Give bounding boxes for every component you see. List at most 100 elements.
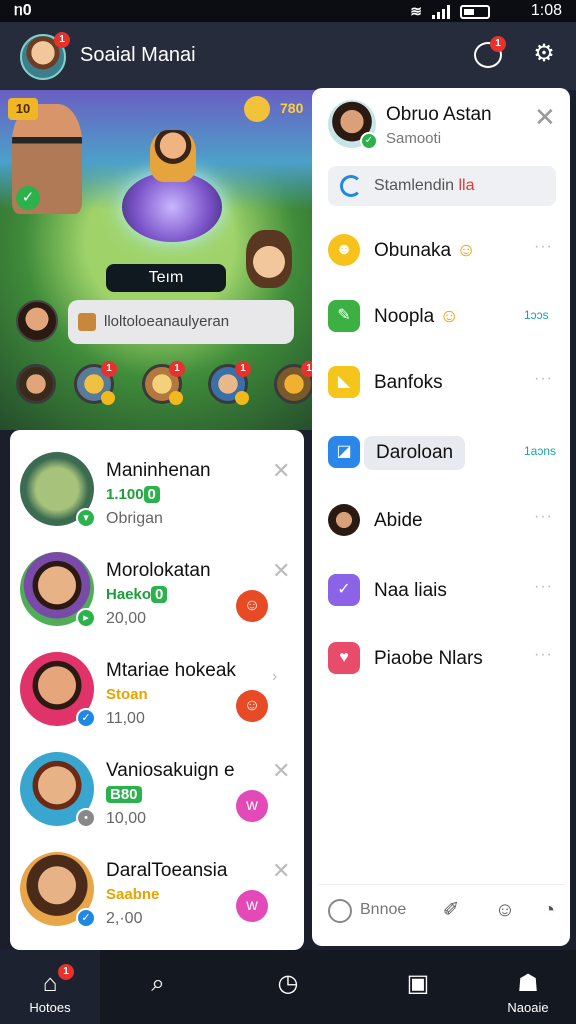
profile-avatar[interactable]: 1 — [20, 32, 70, 80]
more-icon[interactable]: ··· — [534, 578, 553, 596]
nav-home-label: Hotoes — [29, 1000, 71, 1015]
game-message-pill[interactable]: lloltoloeanaulyeran — [68, 300, 294, 344]
check-icon: ✓ — [76, 908, 96, 928]
list-item[interactable]: ✓ DaralToeansia Saabne 2,·00 ✕ w — [10, 838, 304, 940]
coin-counter: 10 — [8, 98, 38, 120]
heart-icon: ♥ — [328, 642, 360, 674]
nav-post[interactable]: ▣ — [368, 950, 468, 1024]
friend-avatar-2[interactable]: 1 — [74, 361, 117, 405]
item-meta: 20,00 — [106, 610, 147, 627]
reaction-icon[interactable]: w — [236, 790, 268, 822]
search-icon: ⌕ — [151, 970, 165, 997]
check-icon: ▸ — [76, 608, 96, 628]
settings-icon[interactable]: ⚙ — [530, 40, 558, 68]
game-hero — [150, 130, 196, 182]
item-meta: 2,·00 — [106, 910, 143, 927]
status-icons: ≋ — [410, 3, 490, 20]
close-icon[interactable]: ✕ — [272, 458, 290, 484]
list-item[interactable]: ▸ Morolokatan Haeko 0 20,00 ✕ ☺ — [10, 538, 304, 640]
more-icon[interactable]: ··· — [534, 238, 553, 256]
nav-activity[interactable]: ◷ — [238, 950, 338, 1024]
panel-item-2[interactable]: ✎ Noopla ☺ 1ɔɔs — [312, 286, 570, 346]
chat-badge: 1 — [490, 36, 506, 52]
panel-item-label: Obunaka ☺ — [374, 240, 476, 261]
reaction-icon[interactable]: w — [236, 890, 268, 922]
friend-avatar-4[interactable]: 1 — [208, 361, 251, 405]
close-icon[interactable]: ✕ — [272, 558, 290, 584]
sticker-icon[interactable]: ☺ — [492, 897, 518, 923]
friends-list: ▾ Maninhenan 1.100 0 Obrigan ✕ ▸ Moroloka… — [10, 430, 304, 950]
list-item[interactable]: ✓ Mtariae hokeak Stoan 11,00 › ☺ — [10, 638, 304, 740]
chevron-right-icon[interactable]: › — [272, 668, 277, 686]
panel-item-6[interactable]: ✓ Naa liais ··· — [312, 560, 570, 620]
game-banner[interactable]: 10 780 ✓ Teım lloltoloeanaulyeran 1 1 1 … — [0, 90, 320, 430]
home-badge: 1 — [58, 964, 74, 980]
panel-item-3[interactable]: ◣ Banfoks ··· — [312, 352, 570, 412]
panel-item-meta: 1ɔɔs — [524, 308, 549, 322]
more-icon[interactable]: ··· — [534, 646, 553, 664]
panel-item-4[interactable]: ◪ Daroloan 1aɔns — [312, 422, 570, 482]
item-sub: Haeko 0 — [106, 586, 168, 603]
friend-avatar-1[interactable] — [16, 364, 56, 404]
panel-item-label: Abide — [374, 510, 423, 531]
nav-profile-label: Naoaie — [507, 1000, 549, 1015]
panel-item-label: Naa liais — [374, 580, 447, 601]
verified-icon: ✓ — [360, 132, 378, 150]
coin-icon — [101, 391, 115, 405]
list-item[interactable]: • Vaniosakuign e B80 10,00 ✕ w — [10, 738, 304, 840]
coin-icon — [169, 391, 183, 405]
chart-icon: ◣ — [328, 366, 360, 398]
message-image-icon — [78, 313, 96, 331]
close-icon[interactable]: ✕ — [534, 102, 556, 133]
pen-icon[interactable]: ✐ — [438, 897, 464, 923]
game-user-avatar[interactable] — [16, 300, 58, 342]
panel-item-5[interactable]: Abide ··· — [312, 490, 570, 550]
check-icon: ✓ — [16, 186, 40, 210]
avatar-badge: 1 — [54, 32, 70, 48]
item-sub: Saabne — [106, 886, 160, 903]
reaction-icon[interactable]: ☺ — [236, 690, 268, 722]
item-sub: B80 — [106, 786, 142, 803]
score-counter: 780 — [280, 100, 304, 116]
reaction-icon[interactable]: ☺ — [236, 590, 268, 622]
timer-icon[interactable]: ◔ — [536, 897, 562, 923]
game-portal — [122, 172, 222, 242]
panel-avatar[interactable]: ✓ — [328, 100, 378, 150]
panel-search[interactable]: Stamlendin lla — [328, 166, 556, 206]
item-name: DaralToeansia — [106, 860, 228, 881]
friend-avatar-5[interactable]: 1 — [274, 361, 317, 404]
signal-icon — [432, 4, 450, 19]
emoji-icon[interactable] — [328, 899, 352, 923]
app-title: Soaial Manai — [80, 44, 196, 66]
post-icon: ▣ — [406, 970, 430, 997]
panel-item-7[interactable]: ♥ Piaobe Nlars ··· — [312, 628, 570, 688]
close-icon[interactable]: ✕ — [272, 758, 290, 784]
bottom-nav: ⌂ 1 Hotoes ⌕ ◷ ▣ ☗ Naoaie — [0, 950, 576, 1024]
more-icon[interactable]: ··· — [534, 508, 553, 526]
item-name: Mtariae hokeak — [106, 660, 236, 681]
panel-item-label: Daroloan — [364, 436, 466, 470]
clock: 1:08 — [530, 2, 562, 19]
close-icon[interactable]: ✕ — [272, 858, 290, 884]
panel-toolbar: Bnnoe ✐ ☺ ◔ — [318, 884, 564, 936]
nav-profile[interactable]: ☗ Naoaie — [478, 950, 576, 1024]
more-icon[interactable]: ··· — [534, 370, 553, 388]
item-meta: Obrigan — [106, 510, 163, 527]
friend-avatar-3[interactable]: 1 — [142, 361, 185, 405]
nav-home[interactable]: ⌂ 1 Hotoes — [0, 950, 100, 1024]
check-icon: ✓ — [76, 708, 96, 728]
toolbar-label: Bnnoe — [360, 901, 407, 918]
list-item[interactable]: ▾ Maninhenan 1.100 0 Obrigan ✕ — [10, 438, 304, 540]
avatar — [328, 504, 360, 536]
panel-item-1[interactable]: ☻ Obunaka ☺ ··· — [312, 220, 570, 280]
nav-search[interactable]: ⌕ — [108, 950, 208, 1024]
item-meta: 10,00 — [106, 810, 147, 827]
team-button[interactable]: Teım — [106, 264, 226, 292]
panel-subtitle: Samooti — [386, 130, 442, 147]
chat-icon[interactable]: 1 — [474, 36, 506, 68]
panel-item-label: Noopla ☺ — [374, 306, 459, 327]
check-icon: ▾ — [76, 508, 96, 528]
app-header: 1 Soaial Manai 1 ⚙ — [0, 22, 576, 90]
coin-icon — [244, 96, 270, 122]
carrier-label: ᥒ0 — [14, 2, 32, 19]
